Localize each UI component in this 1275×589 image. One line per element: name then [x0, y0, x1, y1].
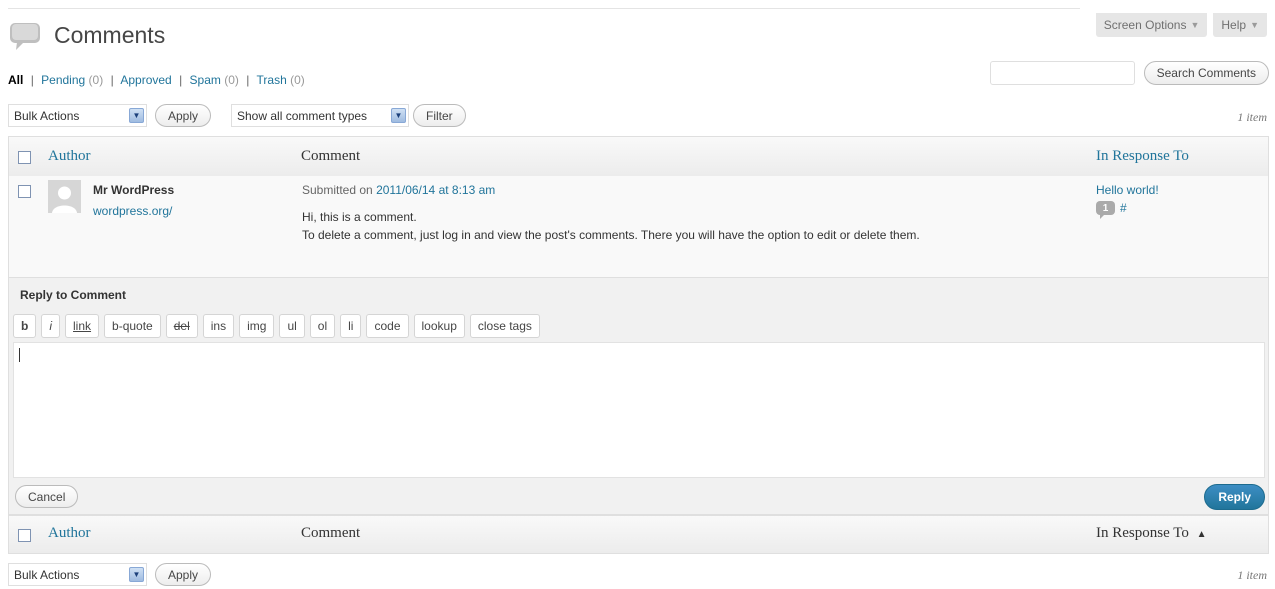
qt-ol-button[interactable]: ol	[309, 314, 336, 338]
pending-count: (0)	[88, 73, 104, 87]
comment-date-link[interactable]: 2011/06/14 at 8:13 am	[376, 183, 495, 197]
bulk-actions-value: Bulk Actions	[14, 567, 80, 582]
help-tab[interactable]: Help ▼	[1213, 13, 1267, 37]
tablenav-bottom: Bulk Actions ▼ Apply 1 item	[8, 563, 1269, 589]
search-comments-button[interactable]: Search Comments	[1143, 61, 1269, 85]
status-filters: All | Pending (0) | Approved | Spam (0) …	[8, 73, 305, 87]
submitted-on: Submitted on 2011/06/14 at 8:13 am	[302, 183, 495, 197]
submitted-prefix: Submitted on	[302, 183, 373, 197]
reply-textarea[interactable]	[13, 342, 1265, 478]
qt-close-tags-button[interactable]: close tags	[469, 314, 540, 338]
screen-options-tab[interactable]: Screen Options ▼	[1095, 13, 1208, 37]
select-all-checkbox-bottom[interactable]	[18, 529, 31, 542]
triangle-down-icon: ▼	[1190, 19, 1200, 30]
reply-to-comment-panel: Reply to Comment b i link b-quote del in…	[8, 277, 1269, 515]
sort-ascending-icon: ▲	[1196, 529, 1207, 540]
separator: |	[30, 73, 34, 87]
comment-type-select[interactable]: Show all comment types ▼	[231, 104, 409, 127]
reply-title: Reply to Comment	[20, 288, 127, 302]
chevron-down-icon: ▼	[391, 108, 406, 123]
page-title: Comments	[54, 22, 166, 48]
bulk-actions-value: Bulk Actions	[14, 108, 80, 123]
avatar	[48, 180, 81, 213]
trash-count: (0)	[290, 73, 305, 87]
qt-ins-button[interactable]: ins	[202, 314, 235, 338]
qt-bold-button[interactable]: b	[13, 314, 37, 338]
comment-line: To delete a comment, just log in and vie…	[302, 228, 920, 242]
filter-button[interactable]: Filter	[413, 104, 466, 127]
response-column-header[interactable]: In Response To	[1096, 148, 1189, 165]
separator: |	[246, 73, 250, 87]
filter-trash[interactable]: Trash	[257, 73, 287, 87]
post-title-link[interactable]: Hello world!	[1096, 183, 1159, 197]
row-checkbox[interactable]	[18, 185, 31, 198]
qt-del-button[interactable]: del	[165, 314, 198, 338]
qt-li-button[interactable]: li	[340, 314, 362, 338]
response-column-footer-label: In Response To	[1096, 525, 1189, 541]
filter-spam[interactable]: Spam	[190, 73, 221, 87]
bulk-actions-select-bottom[interactable]: Bulk Actions ▼	[8, 563, 147, 586]
search-input[interactable]	[989, 61, 1135, 85]
reply-button[interactable]: Reply	[1204, 484, 1265, 510]
tablenav-top: Bulk Actions ▼ Apply Show all comment ty…	[8, 104, 1269, 130]
separator: |	[110, 73, 114, 87]
comment-line: Hi, this is a comment.	[302, 210, 417, 224]
comment-column-header: Comment	[301, 148, 361, 164]
triangle-down-icon: ▼	[1250, 19, 1259, 30]
comment-count-bubble[interactable]: 1	[1096, 201, 1115, 219]
apply-button-bottom[interactable]: Apply	[155, 563, 212, 586]
chevron-down-icon: ▼	[129, 108, 144, 123]
apply-button[interactable]: Apply	[155, 104, 212, 127]
qt-code-button[interactable]: code	[366, 314, 409, 338]
table-row: Mr WordPress wordpress.org/ Submitted on…	[8, 176, 1269, 277]
screen-meta-links: Screen Options ▼ Help ▼	[1095, 13, 1267, 37]
spam-count: (0)	[224, 73, 239, 87]
permalink-hash[interactable]: #	[1120, 201, 1127, 215]
comment-author: Mr WordPress	[93, 183, 175, 197]
filter-all[interactable]: All	[8, 73, 23, 87]
qt-ul-button[interactable]: ul	[279, 314, 305, 338]
qt-blockquote-button[interactable]: b-quote	[104, 314, 161, 338]
item-count: 1 item	[1237, 110, 1267, 124]
cancel-button[interactable]: Cancel	[15, 485, 79, 508]
comments-icon	[10, 23, 40, 50]
select-all-checkbox[interactable]	[18, 151, 31, 164]
author-column-header[interactable]: Author	[48, 148, 91, 165]
qt-link-button[interactable]: link	[65, 314, 100, 338]
table-footer: Author Comment In Response To ▲	[8, 515, 1269, 554]
separator: |	[179, 73, 183, 87]
quicktags-toolbar: b i link b-quote del ins img ul ol li co…	[13, 314, 540, 338]
help-label: Help	[1221, 17, 1247, 32]
qt-lookup-button[interactable]: lookup	[413, 314, 465, 338]
author-url-link[interactable]: wordpress.org/	[93, 204, 172, 218]
comment-column-footer: Comment	[301, 525, 361, 541]
header-rule	[8, 8, 1080, 9]
filter-pending[interactable]: Pending	[41, 73, 85, 87]
search-box: Search Comments	[989, 61, 1269, 85]
qt-italic-button[interactable]: i	[41, 314, 61, 338]
response-column-footer[interactable]: In Response To ▲	[1096, 525, 1207, 542]
screen-options-label: Screen Options	[1103, 17, 1187, 32]
comment-type-value: Show all comment types	[237, 108, 368, 123]
comment-body: Hi, this is a comment. To delete a comme…	[302, 208, 920, 244]
text-caret	[19, 348, 20, 362]
bulk-actions-select[interactable]: Bulk Actions ▼	[8, 104, 147, 127]
filter-approved[interactable]: Approved	[120, 73, 171, 87]
author-column-footer[interactable]: Author	[48, 525, 91, 542]
chevron-down-icon: ▼	[129, 567, 144, 582]
qt-img-button[interactable]: img	[239, 314, 275, 338]
table-header: Author Comment In Response To	[8, 136, 1269, 177]
item-count-bottom: 1 item	[1237, 568, 1267, 582]
